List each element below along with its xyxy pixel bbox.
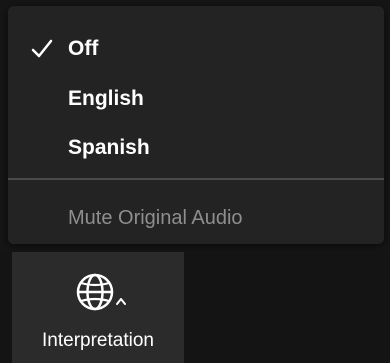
menu-divider <box>8 178 384 180</box>
mute-original-audio-item[interactable]: Mute Original Audio <box>8 198 384 238</box>
meeting-toolbar: Interpretation <box>0 252 390 363</box>
menu-item-label: English <box>68 87 144 110</box>
checkmark-icon <box>31 39 53 58</box>
menu-item-english[interactable]: English <box>8 79 384 119</box>
interpretation-button[interactable]: Interpretation <box>12 252 184 363</box>
menu-item-off[interactable]: Off <box>8 29 384 69</box>
menu-item-spanish[interactable]: Spanish <box>8 128 384 168</box>
menu-item-label: Spanish <box>68 136 150 159</box>
interpretation-label: Interpretation <box>42 330 154 351</box>
globe-icon <box>76 273 114 311</box>
caret-up-icon[interactable] <box>115 296 127 306</box>
menu-item-label: Off <box>68 37 99 60</box>
app-frame: Off English Spanish Mute Original Audio <box>0 0 390 363</box>
interpretation-menu: Off English Spanish Mute Original Audio <box>8 6 384 244</box>
menu-item-label: Mute Original Audio <box>68 206 243 229</box>
